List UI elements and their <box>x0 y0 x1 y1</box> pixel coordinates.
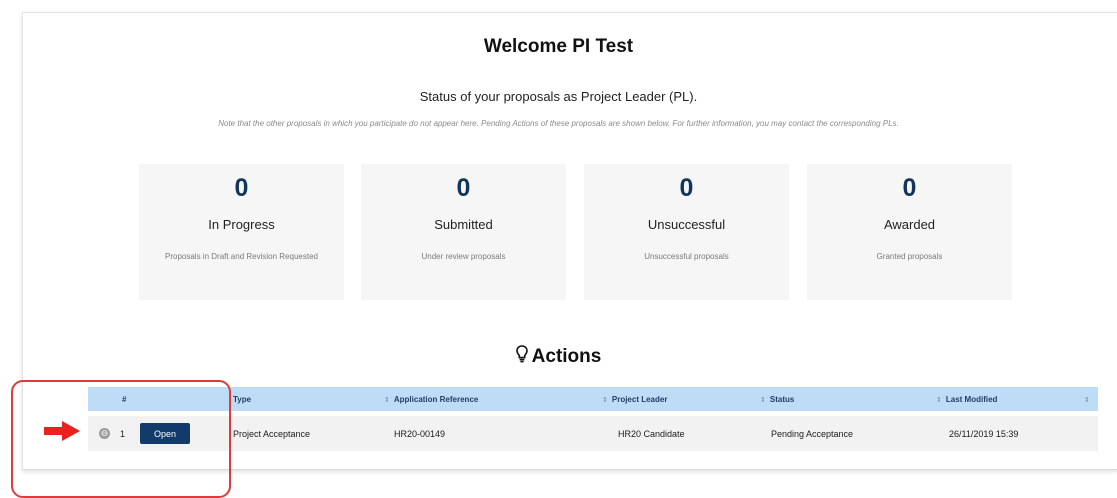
sort-icon: ⇕ <box>760 397 766 404</box>
stat-count: 0 <box>456 174 471 202</box>
stat-label: Awarded <box>883 217 936 232</box>
column-header-reference[interactable]: ⇕ Application Reference <box>384 395 478 404</box>
stat-card-unsuccessful[interactable]: 0 Unsuccessful Unsuccessful proposals <box>584 164 789 300</box>
status-subtitle: Status of your proposals as Project Lead… <box>419 89 698 104</box>
cell-reference: HR20-00149 <box>394 429 446 439</box>
stat-description: Granted proposals <box>876 252 943 261</box>
column-header-status[interactable]: ⇕ Status <box>760 395 794 404</box>
stat-count: 0 <box>902 174 917 202</box>
stat-label: In Progress <box>208 217 275 232</box>
stat-card-in-progress[interactable]: 0 In Progress Proposals in Draft and Rev… <box>139 164 344 300</box>
column-header-leader[interactable]: ⇕ Project Leader <box>602 395 667 404</box>
actions-table-header: # Type ⇕ Application Reference ⇕ Project L… <box>88 387 1098 411</box>
stat-label: Submitted <box>434 217 493 232</box>
annotation-arrow-icon <box>44 421 80 441</box>
sort-icon: ⇕ <box>384 397 390 404</box>
column-header-last-modified[interactable]: ⇕ Last Modified <box>936 395 997 404</box>
page-title: Welcome PI Test <box>483 36 634 57</box>
sort-icon: ⇕ <box>602 397 608 404</box>
stat-count: 0 <box>234 174 249 202</box>
cell-last-modified: 26/11/2019 15:39 <box>949 429 1019 439</box>
table-row: ⊖ 1 Open Project Acceptance HR20-00149 H… <box>88 416 1098 451</box>
column-header-type[interactable]: Type <box>233 395 251 404</box>
stat-label: Unsuccessful <box>647 217 726 232</box>
stat-description: Proposals in Draft and Revision Requeste… <box>165 252 318 261</box>
actions-title-text: Actions <box>531 346 602 368</box>
lightbulb-icon <box>515 345 528 369</box>
stat-description: Under review proposals <box>421 252 506 261</box>
stat-count: 0 <box>679 174 694 202</box>
cell-project-leader: HR20 Candidate <box>618 429 685 439</box>
stat-description: Unsuccessful proposals <box>644 252 729 261</box>
stat-card-awarded[interactable]: 0 Awarded Granted proposals <box>807 164 1012 300</box>
cell-status: Pending Acceptance <box>771 429 854 439</box>
cell-type: Project Acceptance <box>233 429 311 439</box>
sort-icon: ⇕ <box>936 397 942 404</box>
actions-heading: Actions <box>0 345 1117 369</box>
sort-icon[interactable]: ⇕ <box>1084 395 1094 404</box>
info-note: Note that the other proposals in which y… <box>218 119 899 128</box>
stat-card-submitted[interactable]: 0 Submitted Under review proposals <box>361 164 566 300</box>
